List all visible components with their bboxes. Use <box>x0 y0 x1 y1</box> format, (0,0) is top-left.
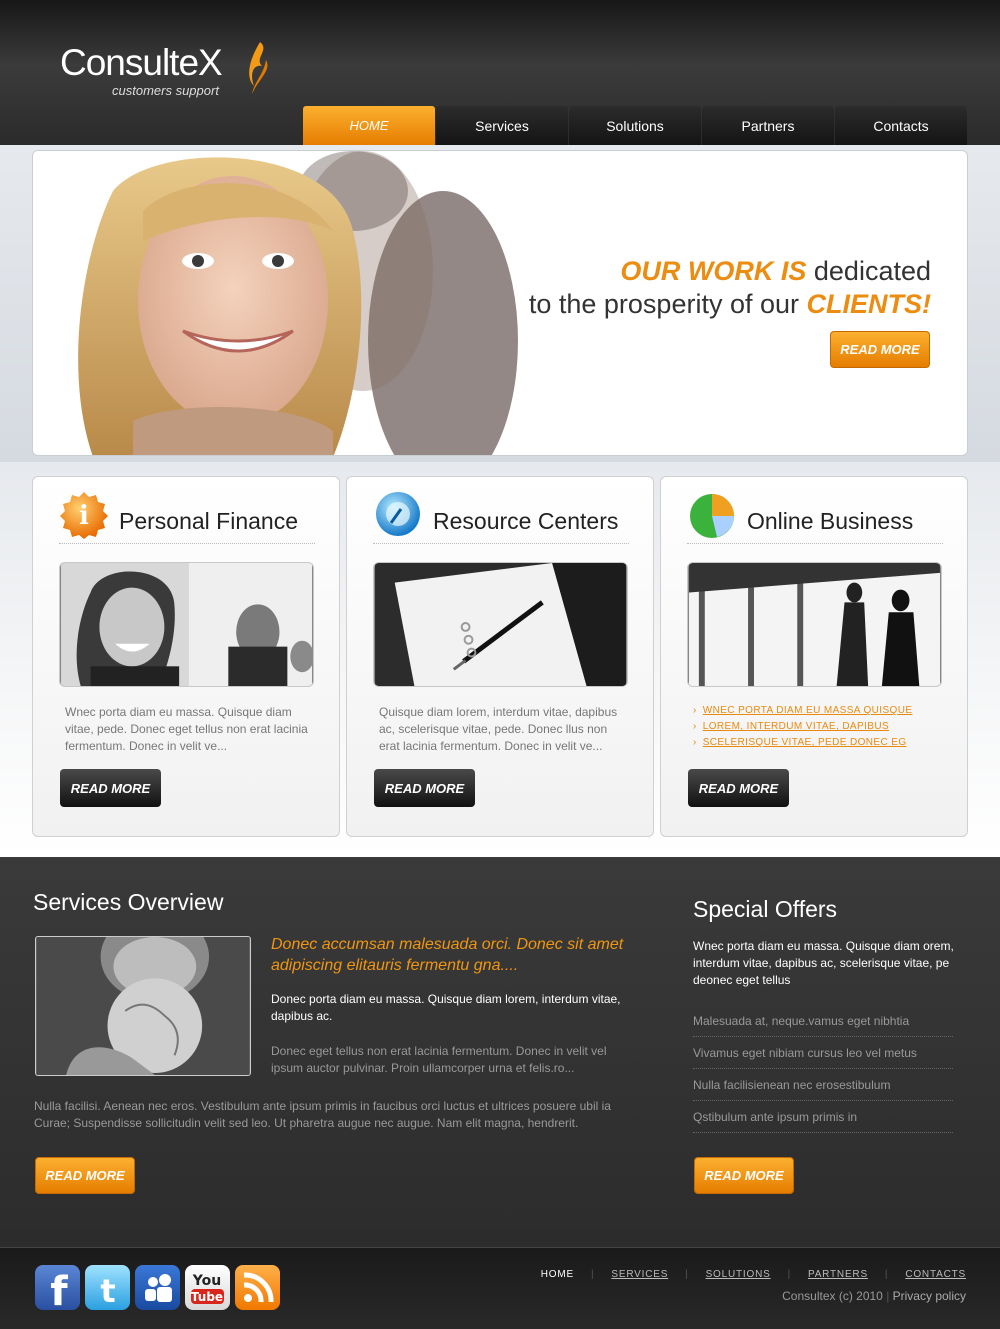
list-item[interactable]: › LOREM, INTERDUM VITAE, DAPIBUS <box>693 721 912 732</box>
copyright: Consultex (c) 2010 | Privacy policy <box>782 1289 966 1303</box>
services-read-more-button[interactable]: READ MORE <box>35 1157 135 1194</box>
pie-chart-icon <box>690 494 734 538</box>
svg-text:f: f <box>50 1269 68 1310</box>
separator: | <box>590 1269 595 1280</box>
footer-link-solutions[interactable]: SOLUTIONS <box>706 1269 771 1280</box>
social-links: f t You Tube <box>35 1265 285 1310</box>
footer-link-contacts[interactable]: CONTACTS <box>905 1269 966 1280</box>
flame-logo-icon <box>249 42 268 94</box>
header: ConsulteX customers support HOME Service… <box>0 0 1000 145</box>
read-more-button[interactable]: READ MORE <box>60 769 161 807</box>
separator: | <box>787 1269 791 1280</box>
services-paragraph: Nulla facilisi. Aenean nec eros. Vestibu… <box>34 1099 611 1130</box>
logo[interactable]: ConsulteX customers support <box>60 42 268 98</box>
nav-partners[interactable]: Partners <box>702 106 834 145</box>
privacy-policy-link[interactable]: Privacy policy <box>893 1289 966 1303</box>
card-link-list: › WNEC PORTA DIAM EU MASSA QUISQUE › LOREM… <box>693 705 912 753</box>
link-text: LOREM, INTERDUM VITAE, DAPIBUS <box>702 721 890 732</box>
separator: | <box>685 1269 689 1280</box>
offers-title: Special Offers <box>693 896 838 922</box>
services-lead: Donec accumsan malesuada orci. Donec sit… <box>271 936 624 974</box>
nav-contacts[interactable]: Contacts <box>835 106 967 145</box>
facebook-icon[interactable]: f <box>35 1265 80 1310</box>
services-paragraph: Donec porta diam eu massa. Quisque diam … <box>271 992 621 1023</box>
list-item[interactable]: › SCELERISQUE VITAE, PEDE DONEC EG <box>693 737 912 748</box>
hero-text-1: dedicated <box>806 256 931 286</box>
svg-text:Tube: Tube <box>191 1290 223 1304</box>
list-item[interactable]: › WNEC PORTA DIAM EU MASSA QUISQUE <box>693 705 912 716</box>
logo-title: ConsulteX <box>60 42 223 83</box>
rss-icon[interactable] <box>235 1265 280 1310</box>
offers-list: Malesuada at, neque.vamus eget nibhtia V… <box>693 1005 953 1133</box>
twitter-icon[interactable]: t <box>85 1265 130 1310</box>
divider <box>687 543 943 544</box>
arrow-icon: › <box>693 721 697 732</box>
read-more-button[interactable]: READ MORE <box>688 769 789 807</box>
svg-text:i: i <box>79 501 89 531</box>
list-item[interactable]: Qstibulum ante ipsum primis in <box>693 1101 953 1133</box>
card-title: Personal Finance <box>119 508 298 534</box>
services-paragraph: Donec eget tellus non erat lacinia ferme… <box>271 1044 607 1075</box>
arrow-icon: › <box>693 737 697 748</box>
card-image <box>373 562 628 687</box>
info-icon: i <box>60 492 108 539</box>
myspace-icon[interactable] <box>135 1265 180 1310</box>
footer-nav: HOME | SERVICES | SOLUTIONS | PARTNERS |… <box>524 1269 966 1280</box>
offers-read-more-button[interactable]: READ MORE <box>694 1157 794 1194</box>
hero-photo <box>33 151 593 455</box>
list-item[interactable]: Malesuada at, neque.vamus eget nibhtia <box>693 1005 953 1037</box>
copyright-text: Consultex (c) 2010 <box>782 1289 883 1303</box>
list-item[interactable]: Vivamus eget nibiam cursus leo vel metus <box>693 1037 953 1069</box>
card-text: Quisque diam lorem, interdum vitae, dapi… <box>379 705 618 753</box>
card-resource-centers: Resource Centers Quisque diam lorem, int… <box>346 476 654 837</box>
card-title: Online Business <box>747 508 914 534</box>
list-item[interactable]: Nulla facilisienean nec erosestibulum <box>693 1069 953 1101</box>
footer-link-home[interactable]: HOME <box>541 1269 574 1280</box>
card-image <box>59 562 314 687</box>
hero-headline: OUR WORK IS dedicated to the prosperity … <box>529 255 931 321</box>
services-title: Services Overview <box>33 889 224 915</box>
footer-link-partners[interactable]: PARTNERS <box>808 1269 868 1280</box>
nav-home[interactable]: HOME <box>303 106 435 145</box>
offers-intro: Wnec porta diam eu massa. Quisque diam o… <box>693 939 954 987</box>
nav-services[interactable]: Services <box>436 106 568 145</box>
card-text: Wnec porta diam eu massa. Quisque diam v… <box>65 705 308 753</box>
card-title: Resource Centers <box>433 508 619 534</box>
hero-highlight-1: OUR WORK IS <box>620 256 807 286</box>
link-text: WNEC PORTA DIAM EU MASSA QUISQUE <box>702 705 913 716</box>
hero-text-2: to the prosperity of our <box>528 289 807 319</box>
main-nav: HOME Services Solutions Partners Contact… <box>303 106 968 145</box>
youtube-icon[interactable]: You Tube <box>185 1265 230 1310</box>
hero-read-more-button[interactable]: READ MORE <box>830 331 930 368</box>
svg-text:t: t <box>100 1272 115 1310</box>
divider <box>59 543 315 544</box>
link-text: SCELERISQUE VITAE, PEDE DONEC EG <box>702 737 907 748</box>
hero-highlight-2: CLIENTS! <box>806 289 932 319</box>
footer-link-services[interactable]: SERVICES <box>611 1269 668 1280</box>
services-image <box>35 936 251 1076</box>
separator: | <box>884 1269 889 1280</box>
card-personal-finance: i Personal Finance Wnec porta diam eu ma… <box>32 476 340 837</box>
card-online-business: Online Business › WNEC PORTA DIAM EU MASS… <box>660 476 968 837</box>
logo-tagline: customers support <box>112 83 219 98</box>
svg-text:You: You <box>192 1273 221 1289</box>
nav-solutions[interactable]: Solutions <box>569 106 701 145</box>
read-more-button[interactable]: READ MORE <box>374 769 475 807</box>
globe-icon <box>376 492 420 536</box>
card-image <box>687 562 942 687</box>
hero-banner: OUR WORK IS dedicated to the prosperity … <box>32 150 968 456</box>
divider <box>373 543 629 544</box>
arrow-icon: › <box>693 705 697 716</box>
